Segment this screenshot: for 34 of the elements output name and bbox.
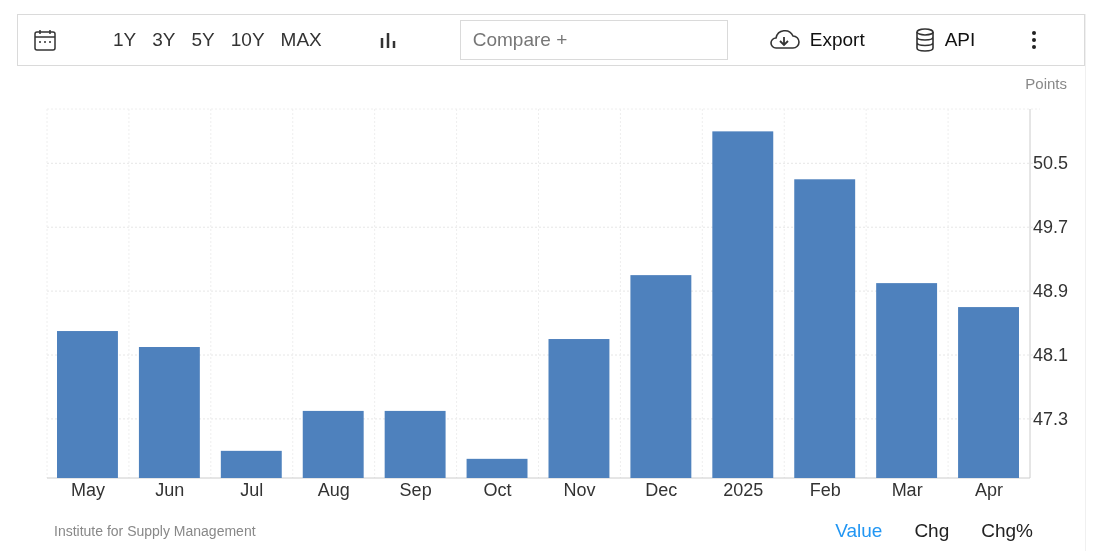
x-axis-label: Dec bbox=[645, 480, 678, 500]
x-axis-label: Jul bbox=[240, 480, 264, 500]
bar-chart-icon[interactable] bbox=[379, 31, 398, 49]
cloud-download-icon bbox=[767, 29, 800, 51]
x-axis-label: Sep bbox=[399, 480, 432, 500]
x-axis-label: Apr bbox=[975, 480, 1004, 500]
x-axis-label: May bbox=[70, 480, 105, 500]
y-axis-label: 49.7 bbox=[1033, 217, 1069, 238]
x-axis-label: Jun bbox=[155, 480, 185, 500]
x-axis-label: Mar bbox=[891, 480, 923, 500]
x-axis-label: Feb bbox=[809, 480, 841, 500]
more-options-icon[interactable] bbox=[1031, 30, 1038, 50]
calendar-icon[interactable] bbox=[33, 28, 57, 52]
view-tab[interactable]: Chg bbox=[902, 520, 962, 542]
range-button[interactable]: 3Y bbox=[144, 29, 184, 51]
source-text: Institute for Supply Management bbox=[54, 523, 256, 539]
view-tab[interactable]: Chg% bbox=[969, 520, 1045, 542]
range-button[interactable]: 1Y bbox=[105, 29, 145, 51]
database-icon bbox=[914, 28, 935, 52]
x-axis-label: Nov bbox=[563, 480, 596, 500]
axis-label: Points bbox=[1025, 75, 1067, 92]
api-button[interactable]: API bbox=[914, 28, 976, 52]
y-axis-label: 47.3 bbox=[1033, 408, 1069, 429]
x-axis-label: Aug bbox=[317, 480, 350, 500]
range-button[interactable]: MAX bbox=[272, 29, 330, 51]
y-axis-label: 48.1 bbox=[1033, 345, 1069, 365]
y-axis-label: 48.9 bbox=[1033, 281, 1069, 302]
export-button[interactable]: Export bbox=[767, 29, 865, 51]
range-button[interactable]: 10Y bbox=[222, 29, 273, 51]
range-button[interactable]: 5Y bbox=[183, 29, 223, 51]
x-axis-label: 2025 bbox=[723, 480, 764, 500]
y-axis-label: 50.5 bbox=[1033, 153, 1069, 174]
compare-field[interactable]: Compare + bbox=[459, 20, 728, 60]
x-axis-label: Oct bbox=[483, 480, 512, 500]
